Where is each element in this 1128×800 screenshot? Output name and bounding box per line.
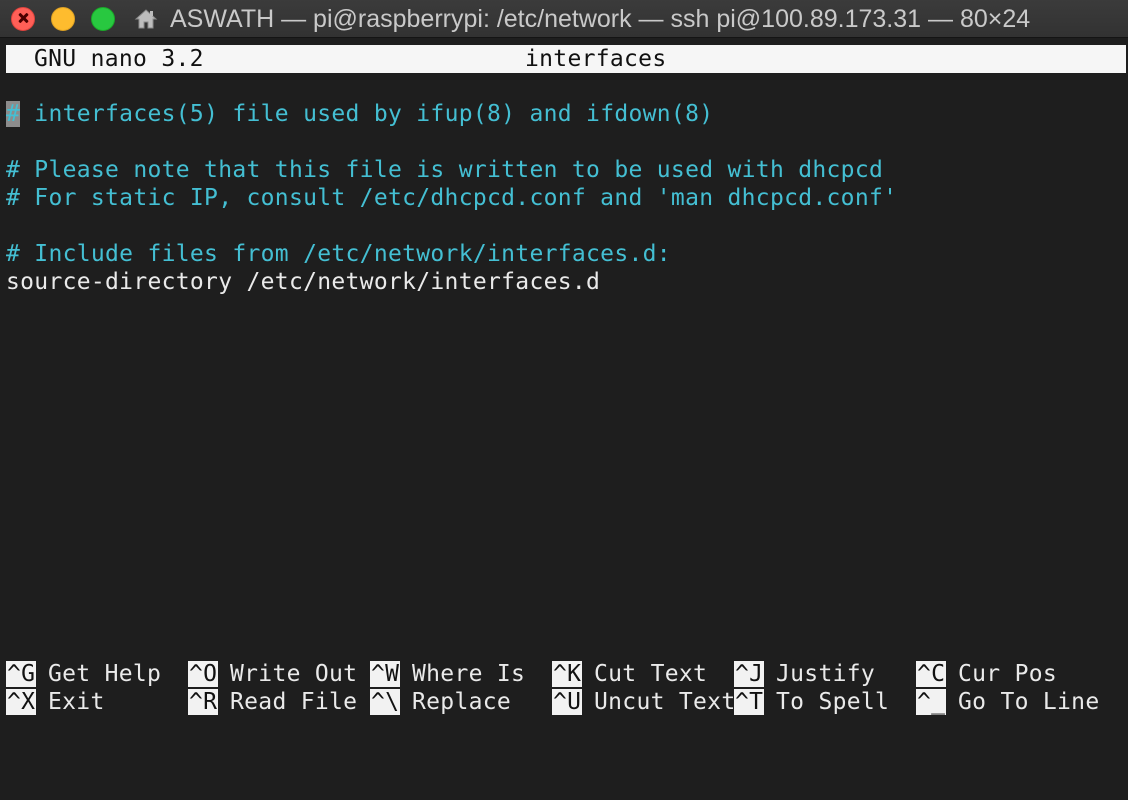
shortcut-key: ^T bbox=[734, 689, 765, 715]
home-icon bbox=[134, 9, 158, 29]
editor-line-3[interactable]: # Please note that this file is written … bbox=[6, 156, 883, 184]
file-name: interfaces bbox=[525, 46, 667, 72]
shortcut-key: ^_ bbox=[916, 689, 947, 715]
shortcut-key: ^G bbox=[6, 661, 37, 687]
shortcut-label: Get Help bbox=[48, 661, 162, 687]
shortcut-go-to-line[interactable]: ^_ Go To Line bbox=[916, 688, 1099, 716]
shortcut-label: Cur Pos bbox=[958, 661, 1058, 687]
shortcut-key: ^R bbox=[188, 689, 219, 715]
shortcut-uncut-text[interactable]: ^U Uncut Text bbox=[552, 688, 735, 716]
shortcut-key: ^J bbox=[734, 661, 765, 687]
shortcut-label: Replace bbox=[412, 689, 512, 715]
nano-version: GNU nano 3.2 bbox=[34, 46, 204, 72]
shortcut-exit[interactable]: ^X Exit bbox=[6, 688, 104, 716]
shortcut-where-is[interactable]: ^W Where Is bbox=[370, 660, 525, 688]
editor-line-4[interactable]: # For static IP, consult /etc/dhcpcd.con… bbox=[6, 184, 897, 212]
nano-header-bar: GNU nano 3.2 interfaces bbox=[6, 45, 1126, 73]
shortcut-key: ^O bbox=[188, 661, 219, 687]
editor-line-6[interactable]: # Include files from /etc/network/interf… bbox=[6, 240, 671, 268]
shortcut-cur-pos[interactable]: ^C Cur Pos bbox=[916, 660, 1057, 688]
shortcut-label: Go To Line bbox=[958, 689, 1100, 715]
shortcut-label: To Spell bbox=[776, 689, 890, 715]
shortcut-key: ^W bbox=[370, 661, 401, 687]
close-icon bbox=[18, 13, 28, 23]
shortcut-replace[interactable]: ^\ Replace bbox=[370, 688, 511, 716]
close-button[interactable] bbox=[11, 7, 35, 31]
shortcut-label: Uncut Text bbox=[594, 689, 736, 715]
text-cursor: # bbox=[6, 101, 21, 127]
editor-line-7[interactable]: source-directory /etc/network/interfaces… bbox=[6, 268, 600, 296]
shortcut-label: Cut Text bbox=[594, 661, 708, 687]
shortcut-read-file[interactable]: ^R Read File bbox=[188, 688, 357, 716]
shortcut-label: Write Out bbox=[230, 661, 358, 687]
shortcut-label: Justify bbox=[776, 661, 876, 687]
shortcut-justify[interactable]: ^J Justify bbox=[734, 660, 875, 688]
shortcut-to-spell[interactable]: ^T To Spell bbox=[734, 688, 889, 716]
minimize-button[interactable] bbox=[51, 7, 75, 31]
line-text: interfaces(5) file used by ifup(8) and i… bbox=[20, 101, 714, 127]
shortcut-label: Exit bbox=[48, 689, 105, 715]
shortcut-key: ^K bbox=[552, 661, 583, 687]
shortcut-label: Where Is bbox=[412, 661, 526, 687]
shortcut-key: ^C bbox=[916, 661, 947, 687]
shortcut-get-help[interactable]: ^G Get Help bbox=[6, 660, 161, 688]
shortcut-key: ^X bbox=[6, 689, 37, 715]
shortcut-cut-text[interactable]: ^K Cut Text bbox=[552, 660, 707, 688]
shortcut-key: ^\ bbox=[370, 689, 401, 715]
shortcut-key: ^U bbox=[552, 689, 583, 715]
zoom-button[interactable] bbox=[91, 7, 115, 31]
terminal-window: ASWATH — pi@raspberrypi: /etc/network — … bbox=[0, 0, 1128, 722]
shortcut-write-out[interactable]: ^O Write Out bbox=[188, 660, 357, 688]
window-title: ASWATH — pi@raspberrypi: /etc/network — … bbox=[170, 5, 1031, 33]
editor-line-1[interactable]: # interfaces(5) file used by ifup(8) and… bbox=[6, 100, 713, 128]
shortcut-label: Read File bbox=[230, 689, 358, 715]
title-bar[interactable]: ASWATH — pi@raspberrypi: /etc/network — … bbox=[0, 0, 1128, 38]
